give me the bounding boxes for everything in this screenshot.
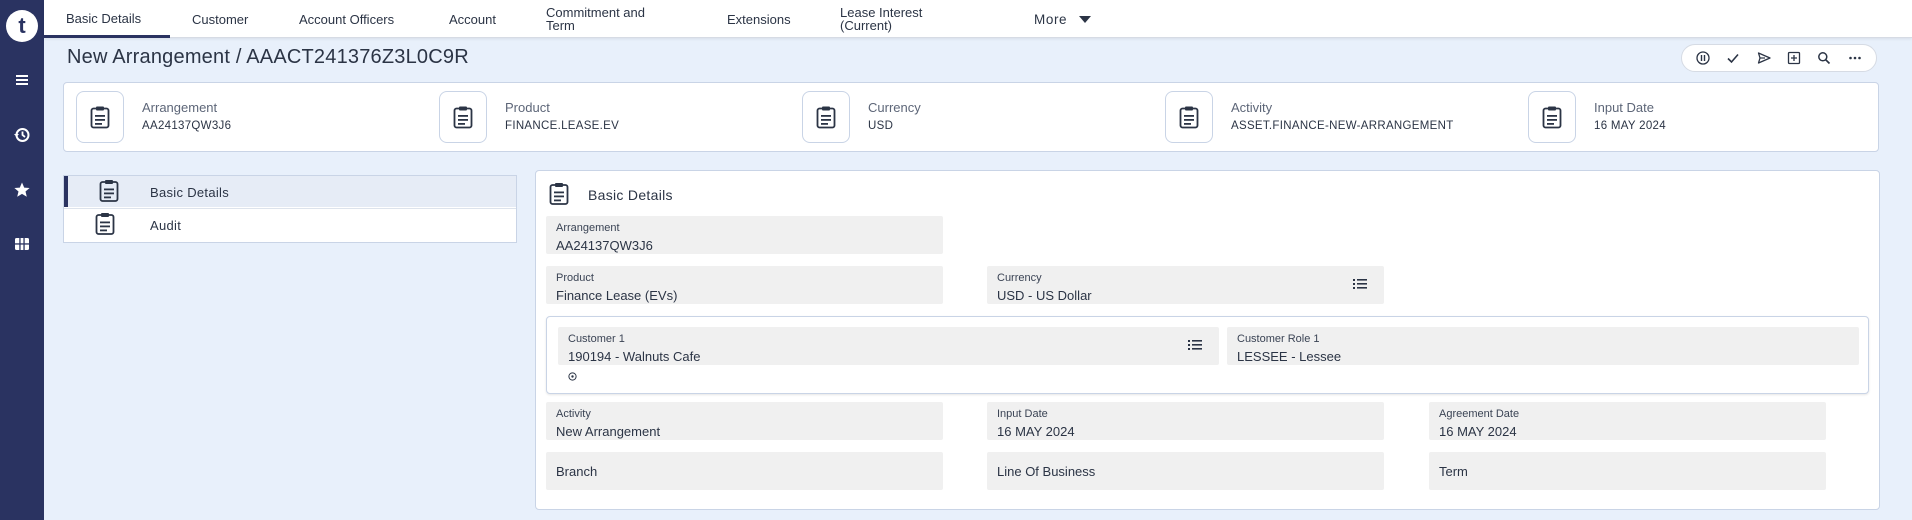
- field-value: New Arrangement: [556, 424, 661, 439]
- search-icon[interactable]: [1813, 47, 1835, 69]
- section-list: Basic Details Audit: [63, 175, 517, 243]
- field-value: 16 MAY 2024: [997, 424, 1075, 439]
- summary-value: USD: [868, 120, 894, 132]
- arrangement-field[interactable]: Arrangement AA24137QW3J6: [546, 216, 943, 254]
- field-label: Currency: [997, 272, 1042, 284]
- clipboard-icon: [76, 91, 124, 143]
- field-label: Branch: [556, 464, 598, 479]
- field-value: Finance Lease (EVs): [556, 288, 678, 303]
- clipboard-icon: [94, 211, 118, 237]
- summary-label: Activity: [1231, 100, 1273, 115]
- field-label: Agreement Date: [1439, 408, 1520, 420]
- history-icon[interactable]: [12, 125, 32, 145]
- activity-field[interactable]: Activity New Arrangement: [546, 402, 943, 440]
- more-tabs-dropdown[interactable]: More: [1034, 0, 1092, 38]
- tab-label-line2: Term: [546, 18, 575, 33]
- left-rail: t: [0, 0, 44, 520]
- customer-role-1-field[interactable]: Customer Role 1 LESSEE - Lessee: [1227, 327, 1859, 365]
- field-label: Activity: [556, 408, 591, 420]
- section-audit[interactable]: Audit: [64, 208, 516, 239]
- tab-account-officers[interactable]: Account Officers: [299, 0, 394, 38]
- menu-icon[interactable]: [12, 70, 32, 90]
- section-label: Audit: [150, 218, 182, 233]
- summary-label: Arrangement: [142, 100, 218, 115]
- tab-label: More: [1034, 11, 1068, 27]
- product-field[interactable]: Product Finance Lease (EVs): [546, 266, 943, 304]
- field-value: LESSEE - Lessee: [1237, 349, 1342, 364]
- section-label: Basic Details: [150, 185, 230, 200]
- field-value: 190194 - Walnuts Cafe: [568, 349, 701, 364]
- page-title: New Arrangement / AAACT241376Z3L0C9R: [67, 46, 469, 68]
- add-box-icon[interactable]: [1783, 47, 1805, 69]
- field-value: 16 MAY 2024: [1439, 424, 1517, 439]
- summary-value: AA24137QW3J6: [142, 120, 232, 132]
- clipboard-icon: [548, 181, 570, 207]
- tab-label: Customer: [192, 11, 249, 27]
- clipboard-icon: [439, 91, 487, 143]
- tab-extensions[interactable]: Extensions: [727, 0, 791, 38]
- apps-grid-icon[interactable]: [12, 234, 32, 254]
- list-lookup-icon[interactable]: [1187, 337, 1203, 353]
- summary-label: Input Date: [1594, 100, 1654, 115]
- clipboard-icon: [1165, 91, 1213, 143]
- tab-lease-interest-current[interactable]: Lease Interest (Current): [840, 0, 922, 38]
- panel-title: Basic Details: [588, 187, 673, 203]
- summary-label: Product: [505, 100, 550, 115]
- term-field[interactable]: Term: [1429, 452, 1826, 490]
- tab-commitment-and-term[interactable]: Commitment and Term: [546, 0, 645, 38]
- more-horizontal-icon[interactable]: [1844, 47, 1866, 69]
- arrangement-summary: Arrangement AA24137QW3J6 Product FINANCE…: [63, 82, 1879, 152]
- list-lookup-icon[interactable]: [1352, 276, 1368, 292]
- summary-label: Currency: [868, 100, 921, 115]
- commit-send-icon[interactable]: [1753, 47, 1775, 69]
- field-label: Term: [1439, 464, 1468, 479]
- chevron-down-icon: [1079, 15, 1092, 23]
- clipboard-icon: [802, 91, 850, 143]
- branch-field[interactable]: Branch: [546, 452, 943, 490]
- customer-1-field[interactable]: Customer 1 190194 - Walnuts Cafe: [558, 327, 1219, 365]
- tab-basic-details[interactable]: Basic Details: [44, 0, 170, 38]
- star-icon[interactable]: [12, 180, 32, 200]
- app-logo[interactable]: t: [6, 10, 38, 42]
- section-basic-details[interactable]: Basic Details: [64, 176, 516, 207]
- clipboard-icon: [98, 178, 122, 204]
- line-of-business-field[interactable]: Line Of Business: [987, 452, 1384, 490]
- input-date-field[interactable]: Input Date 16 MAY 2024: [987, 402, 1384, 440]
- top-navigation: Basic Details Customer Account Officers …: [44, 0, 1912, 38]
- summary-value: ASSET.FINANCE-NEW-ARRANGEMENT: [1231, 120, 1454, 132]
- field-label: Arrangement: [556, 222, 620, 234]
- action-toolbar: [1681, 44, 1877, 72]
- tab-label: Basic Details: [66, 11, 142, 26]
- tab-account[interactable]: Account: [449, 0, 496, 38]
- tab-label: Account: [449, 11, 496, 27]
- currency-field[interactable]: Currency USD - US Dollar: [987, 266, 1384, 304]
- summary-value: FINANCE.LEASE.EV: [505, 120, 620, 132]
- validate-check-icon[interactable]: [1722, 47, 1744, 69]
- field-label: Product: [556, 272, 594, 284]
- clipboard-icon: [1528, 91, 1576, 143]
- tab-label-line2: (Current): [840, 18, 893, 33]
- field-label: Customer 1: [568, 333, 625, 345]
- field-value: USD - US Dollar: [997, 288, 1092, 303]
- tab-label: Extensions: [727, 11, 791, 27]
- basic-details-panel: Basic Details Arrangement AA24137QW3J6 P…: [535, 170, 1880, 510]
- agreement-date-field[interactable]: Agreement Date 16 MAY 2024: [1429, 402, 1826, 440]
- field-label: Customer Role 1: [1237, 333, 1320, 345]
- hold-icon[interactable]: [1692, 47, 1714, 69]
- tab-customer[interactable]: Customer: [192, 0, 248, 38]
- summary-value: 16 MAY 2024: [1594, 120, 1666, 132]
- field-label: Input Date: [997, 408, 1048, 420]
- customer-group: Customer 1 190194 - Walnuts Cafe Custome…: [546, 316, 1869, 394]
- field-value: AA24137QW3J6: [556, 238, 653, 253]
- info-icon[interactable]: [568, 368, 577, 381]
- tab-label: Account Officers: [299, 11, 395, 27]
- field-label: Line Of Business: [997, 464, 1096, 479]
